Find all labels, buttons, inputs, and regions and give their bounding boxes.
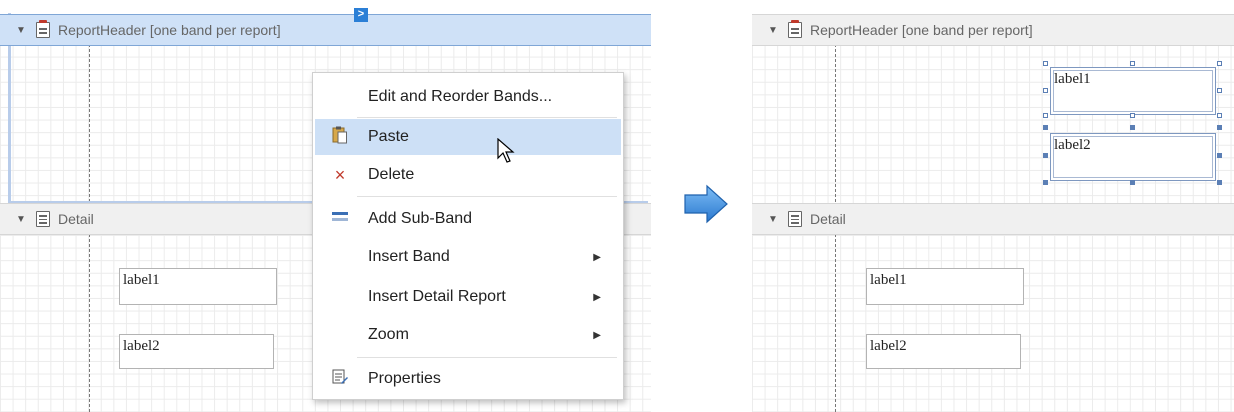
- selection-handle[interactable]: [1043, 125, 1048, 130]
- selection-handle[interactable]: [1130, 61, 1135, 66]
- selection-handle[interactable]: [1130, 113, 1135, 118]
- detail-band-icon: [788, 211, 802, 227]
- menu-item-insert-detail-report[interactable]: Insert Detail Report ▶: [315, 279, 621, 315]
- properties-icon: [331, 369, 349, 390]
- menu-item-edit-reorder-bands[interactable]: Edit and Reorder Bands...: [315, 79, 621, 115]
- selection-handle[interactable]: [1217, 180, 1222, 185]
- band-title: ReportHeader [one band per report]: [58, 22, 281, 38]
- selection-handle[interactable]: [1217, 113, 1222, 118]
- designer-after: ▼ ReportHeader [one band per report] lab…: [752, 0, 1234, 412]
- collapse-triangle-icon[interactable]: ▼: [16, 214, 32, 225]
- submenu-arrow-icon: ▶: [593, 291, 601, 303]
- menu-item-properties[interactable]: Properties: [315, 361, 621, 397]
- selection-handle[interactable]: [1217, 125, 1222, 130]
- report-header-icon: [36, 20, 50, 38]
- mouse-cursor-icon: [497, 138, 515, 163]
- band-title: Detail: [810, 211, 846, 227]
- selection-handle[interactable]: [1043, 88, 1048, 93]
- collapse-triangle-icon[interactable]: ▼: [768, 214, 784, 225]
- menu-separator: [357, 117, 617, 118]
- selection-handle[interactable]: [1217, 61, 1222, 66]
- context-menu: Edit and Reorder Bands... Paste × Delete…: [312, 72, 624, 400]
- menu-item-paste[interactable]: Paste: [315, 119, 621, 155]
- menu-item-delete[interactable]: × Delete: [315, 157, 621, 193]
- band-title: ReportHeader [one band per report]: [810, 22, 1033, 38]
- selection-handle[interactable]: [1217, 153, 1222, 158]
- delete-icon: ×: [334, 164, 346, 185]
- menu-item-zoom[interactable]: Zoom ▶: [315, 317, 621, 353]
- collapse-triangle-icon[interactable]: ▼: [16, 25, 32, 36]
- report-header-band[interactable]: ▼ ReportHeader [one band per report]: [0, 14, 651, 46]
- menu-item-add-sub-band[interactable]: Add Sub-Band: [315, 201, 621, 237]
- collapse-triangle-icon[interactable]: ▼: [768, 25, 784, 36]
- report-header-band[interactable]: ▼ ReportHeader [one band per report]: [752, 14, 1234, 46]
- menu-separator: [357, 196, 617, 197]
- pasted-label1-control[interactable]: label1: [1050, 67, 1216, 115]
- selection-handle[interactable]: [1043, 180, 1048, 185]
- label2-control[interactable]: label2: [119, 334, 274, 369]
- menu-separator: [357, 357, 617, 358]
- label1-control[interactable]: label1: [866, 268, 1024, 305]
- detail-band-icon: [36, 211, 50, 227]
- detail-area[interactable]: [752, 235, 1234, 412]
- submenu-arrow-icon: ▶: [593, 329, 601, 341]
- designer-before: ▼ ReportHeader [one band per report] > ▼…: [0, 0, 651, 412]
- paste-icon: [331, 126, 349, 149]
- selection-handle[interactable]: [1130, 180, 1135, 185]
- menu-item-insert-band[interactable]: Insert Band ▶: [315, 239, 621, 275]
- submenu-arrow-icon: ▶: [593, 251, 601, 263]
- label2-control[interactable]: label2: [866, 334, 1021, 369]
- selection-handle[interactable]: [1043, 113, 1048, 118]
- smart-tag-button[interactable]: >: [354, 8, 368, 22]
- selection-handle[interactable]: [1043, 61, 1048, 66]
- sub-band-icon: [331, 210, 349, 228]
- selection-handle[interactable]: [1130, 125, 1135, 130]
- band-title: Detail: [58, 211, 94, 227]
- selection-handle[interactable]: [1217, 88, 1222, 93]
- label1-control[interactable]: label1: [119, 268, 277, 305]
- right-arrow-icon: [684, 184, 728, 224]
- report-header-icon: [788, 20, 802, 38]
- detail-band[interactable]: ▼ Detail: [752, 203, 1234, 235]
- selection-handle[interactable]: [1043, 153, 1048, 158]
- pasted-label2-control[interactable]: label2: [1050, 133, 1216, 181]
